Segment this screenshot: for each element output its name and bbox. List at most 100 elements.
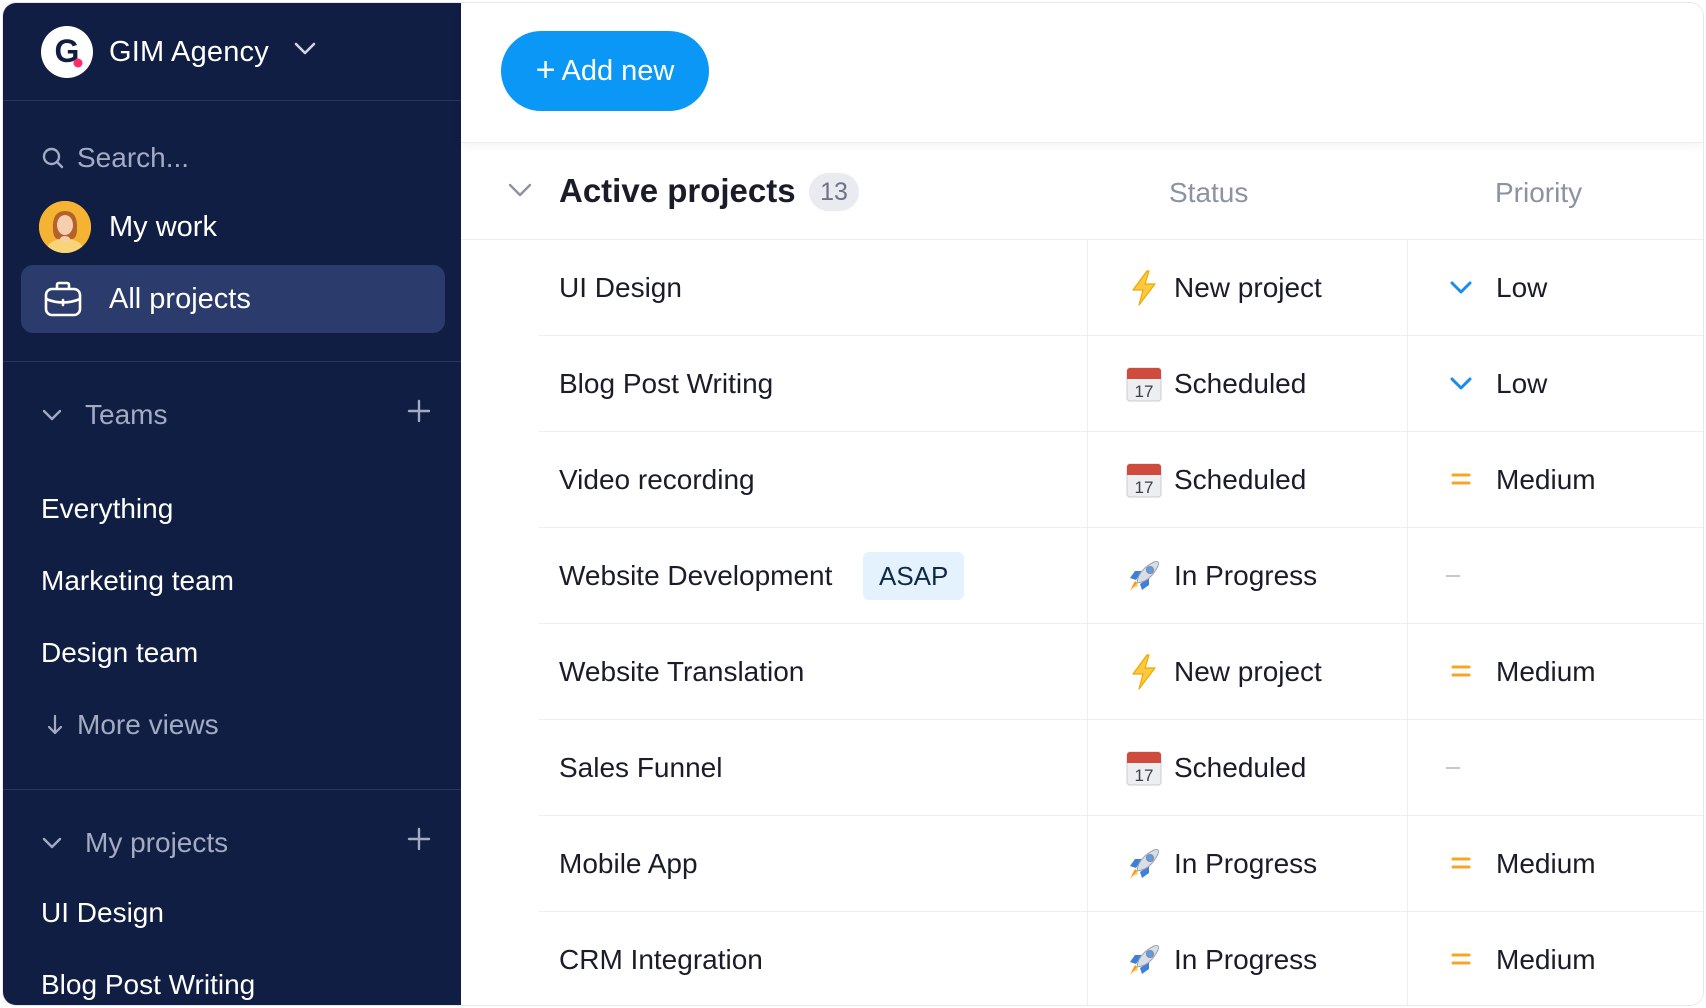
project-name[interactable]: Video recording (559, 464, 755, 496)
svg-text:17: 17 (1135, 382, 1154, 401)
priority-cell[interactable]: Low (1407, 240, 1703, 335)
column-header-priority[interactable]: Priority (1495, 177, 1582, 209)
status-label: In Progress (1174, 848, 1318, 879)
plus-icon: + (535, 50, 556, 89)
sidebar: G GIM Agency Search... My work All proje… (3, 3, 461, 1005)
status-cell[interactable]: New project (1087, 240, 1407, 335)
nav-all-projects[interactable]: All projects (21, 265, 445, 333)
project-name[interactable]: Mobile App (559, 848, 698, 880)
sidebar-item-design-team[interactable]: Design team (41, 637, 198, 669)
table-row-7[interactable]: CRM Integration In Progress Medium (539, 912, 1703, 1005)
status-label: New project (1174, 272, 1322, 303)
priority-label: Medium (1496, 848, 1596, 879)
sidebar-item-marketing-team[interactable]: Marketing team (41, 565, 234, 597)
status-cell[interactable]: New project (1087, 624, 1407, 719)
priority-cell[interactable] (1407, 528, 1703, 623)
project-name[interactable]: UI Design (559, 272, 682, 304)
my-projects-section-title: My projects (85, 827, 229, 858)
lightning-icon (1124, 652, 1164, 692)
project-name[interactable]: Website Development (559, 560, 832, 592)
status-cell[interactable]: In Progress (1087, 528, 1407, 623)
project-name[interactable]: Website Translation (559, 656, 804, 688)
status-label: New project (1174, 656, 1322, 687)
workspace-name: GIM Agency (109, 36, 269, 68)
priority-cell[interactable]: Medium (1407, 624, 1703, 719)
table-row-2[interactable]: Video recording 17 Scheduled Medium (539, 432, 1703, 528)
more-views-link[interactable]: More views (47, 709, 219, 741)
calendar-icon: 17 (1124, 748, 1164, 788)
priority-label: Medium (1496, 464, 1596, 495)
status-cell[interactable]: 17 Scheduled (1087, 432, 1407, 527)
equals-medium-icon (1448, 946, 1474, 972)
teams-section-header[interactable]: Teams (41, 397, 431, 433)
nav-my-work[interactable]: My work (21, 193, 445, 261)
calendar-icon: 17 (1124, 364, 1164, 404)
project-tag-badge: ASAP (863, 552, 965, 600)
empty-priority-dash (1446, 767, 1460, 769)
project-name[interactable]: Sales Funnel (559, 752, 722, 784)
status-label: Scheduled (1174, 752, 1307, 783)
priority-label: Low (1496, 272, 1548, 303)
workspace-switcher[interactable]: G GIM Agency (3, 3, 461, 101)
add-team-plus-icon[interactable] (407, 399, 431, 423)
status-cell[interactable]: 17 Scheduled (1087, 720, 1407, 815)
my-projects-section-header[interactable]: My projects (41, 825, 431, 861)
sidebar-divider (3, 789, 461, 790)
sidebar-search[interactable]: Search... (41, 141, 189, 175)
sidebar-item-ui-design[interactable]: UI Design (41, 897, 164, 929)
app-window: G GIM Agency Search... My work All proje… (2, 2, 1704, 1006)
status-cell[interactable]: 17 Scheduled (1087, 336, 1407, 431)
add-project-plus-icon[interactable] (407, 827, 431, 851)
more-views-label: More views (77, 709, 219, 740)
table-row-0[interactable]: UI Design New project Low (539, 240, 1703, 336)
teams-section-title: Teams (85, 399, 168, 430)
empty-priority-dash (1446, 575, 1460, 577)
rocket-icon (1124, 940, 1164, 980)
priority-cell[interactable]: Low (1407, 336, 1703, 431)
status-cell[interactable]: In Progress (1087, 816, 1407, 911)
toolbar: + Add new (461, 3, 1703, 143)
rocket-icon (1124, 844, 1164, 884)
chevron-down-icon (294, 42, 316, 55)
status-label: Scheduled (1174, 464, 1307, 495)
search-icon (42, 147, 64, 169)
project-name[interactable]: CRM Integration (559, 944, 763, 976)
svg-text:17: 17 (1135, 478, 1154, 497)
chevron-low-icon (1448, 274, 1474, 300)
equals-medium-icon (1448, 658, 1474, 684)
chevron-down-icon[interactable] (507, 181, 533, 199)
table-row-5[interactable]: Sales Funnel 17 Scheduled (539, 720, 1703, 816)
nav-label: My work (109, 210, 217, 243)
column-header-status[interactable]: Status (1169, 177, 1248, 209)
lightning-icon (1124, 268, 1164, 308)
priority-label: Medium (1496, 656, 1596, 687)
avatar (39, 201, 91, 253)
priority-label: Low (1496, 368, 1548, 399)
table-row-4[interactable]: Website Translation New project Medium (539, 624, 1703, 720)
search-placeholder: Search... (77, 142, 190, 173)
project-name[interactable]: Blog Post Writing (559, 368, 773, 400)
priority-cell[interactable]: Medium (1407, 816, 1703, 911)
status-label: Scheduled (1174, 368, 1307, 399)
priority-label: Medium (1496, 944, 1596, 975)
priority-cell[interactable]: Medium (1407, 912, 1703, 1005)
sidebar-item-everything[interactable]: Everything (41, 493, 173, 525)
table-row-3[interactable]: Website Development ASAP In Progress (539, 528, 1703, 624)
calendar-icon: 17 (1124, 460, 1164, 500)
table-row-1[interactable]: Blog Post Writing 17 Scheduled Low (539, 336, 1703, 432)
priority-cell[interactable] (1407, 720, 1703, 815)
sidebar-item-blog-post-writing[interactable]: Blog Post Writing (41, 969, 255, 1001)
svg-text:17: 17 (1135, 766, 1154, 785)
rocket-icon (1124, 556, 1164, 596)
group-count-badge: 13 (809, 173, 859, 211)
chevron-down-icon (42, 837, 62, 849)
add-new-button[interactable]: + Add new (501, 31, 709, 111)
sidebar-divider (3, 361, 461, 362)
status-cell[interactable]: In Progress (1087, 912, 1407, 1005)
equals-medium-icon (1448, 850, 1474, 876)
priority-cell[interactable]: Medium (1407, 432, 1703, 527)
add-new-label: Add new (561, 54, 675, 87)
group-title: Active projects (559, 172, 796, 209)
table-row-6[interactable]: Mobile App In Progress Medium (539, 816, 1703, 912)
status-label: In Progress (1174, 944, 1318, 975)
